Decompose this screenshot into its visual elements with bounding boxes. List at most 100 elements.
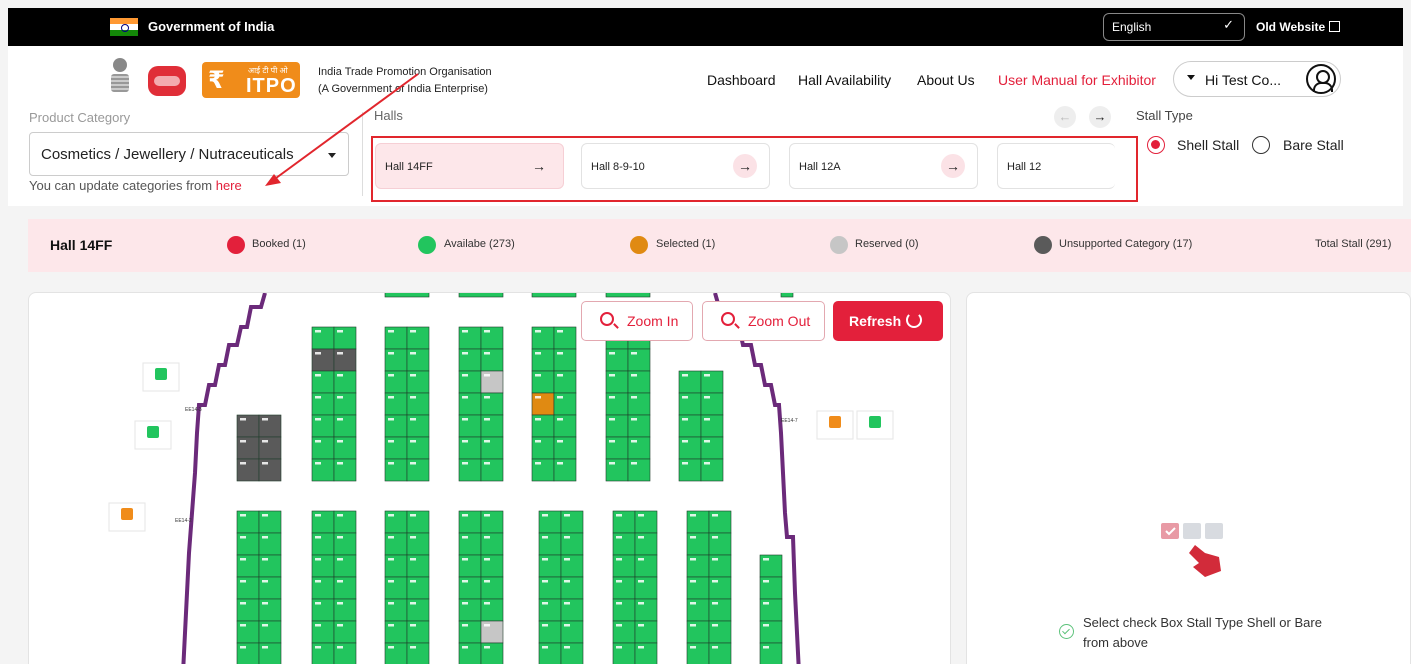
stall-tag: [388, 646, 394, 649]
stall-tag: [388, 558, 394, 561]
stall-tag: [240, 514, 246, 517]
stall-tag: [410, 396, 416, 399]
legend-unsupported: Unsupported Category (17): [1059, 238, 1193, 250]
stall-tag: [712, 580, 718, 583]
stall-tag: [410, 440, 416, 443]
stall-tag: [557, 330, 563, 333]
itpo-glyph-icon: ₹: [208, 67, 225, 94]
stall-tag: [315, 558, 321, 561]
stall-tag: [484, 330, 490, 333]
stall-tag: [262, 558, 268, 561]
stall-tag: [557, 440, 563, 443]
stall-tag: [462, 396, 468, 399]
available-dot: [418, 236, 436, 254]
stall-cell[interactable]: [780, 293, 794, 298]
user-menu-button[interactable]: Hi Test Co...: [1173, 61, 1341, 97]
stall-tag: [462, 580, 468, 583]
stall-tag: [410, 624, 416, 627]
stall-tag: [315, 602, 321, 605]
national-emblem-icon: [110, 58, 130, 98]
stall-tag: [690, 602, 696, 605]
refresh-button[interactable]: Refresh: [833, 301, 943, 341]
stall-tag: [337, 646, 343, 649]
stall-cell[interactable]: [531, 293, 577, 298]
refresh-icon: [906, 312, 922, 328]
zoom-in-button[interactable]: Zoom In: [581, 301, 693, 341]
stall-tag: [388, 418, 394, 421]
stall-tag: [388, 624, 394, 627]
stall-tag: [462, 602, 468, 605]
itpo-logo-text: ITPO: [246, 75, 297, 97]
stall-tag: [262, 462, 268, 465]
stall-tag: [690, 536, 696, 539]
transformer-marker-icon: [121, 508, 133, 520]
stall-tag: [462, 374, 468, 377]
stall-tag: [542, 580, 548, 583]
product-category-select[interactable]: Cosmetics / Jewellery / Nutraceuticals: [29, 132, 349, 176]
stall-tag: [240, 624, 246, 627]
legend-booked: Booked (1): [252, 238, 306, 250]
stall-tag: [315, 624, 321, 627]
emergency-label-1: EE14-3: [185, 407, 202, 413]
floor-plan-canvas[interactable]: EE14-3 EE14-2 EE14-7: [29, 293, 951, 664]
filter-panel: Product Category Cosmetics / Jewellery /…: [8, 106, 1403, 206]
stall-tag: [315, 374, 321, 377]
stall-details-panel: Select check Box Stall Type Shell or Bar…: [966, 292, 1411, 664]
stall-tag: [462, 352, 468, 355]
stall-tag: [690, 580, 696, 583]
stall-cell[interactable]: [605, 293, 651, 298]
stall-tag: [690, 558, 696, 561]
zoom-in-icon: [600, 312, 614, 326]
update-categories-link[interactable]: here: [216, 178, 242, 193]
nav-dashboard[interactable]: Dashboard: [707, 72, 776, 88]
stall-cell[interactable]: [384, 293, 430, 298]
itpo-logo[interactable]: ₹ आई टी पी ओ ITPO: [202, 62, 300, 98]
old-website-link[interactable]: Old Website: [1256, 20, 1341, 34]
shell-stall-radio[interactable]: [1147, 136, 1165, 154]
stall-tag: [410, 352, 416, 355]
halls-next-button[interactable]: →: [1089, 106, 1111, 128]
zoom-out-label: Zoom Out: [748, 313, 811, 329]
stall-tag: [337, 602, 343, 605]
booked-dot: [227, 236, 245, 254]
government-title: Government of India: [148, 19, 275, 34]
stall-tag: [564, 580, 570, 583]
stall-tag: [315, 396, 321, 399]
language-select[interactable]: English ✓: [1103, 13, 1245, 41]
stall-tag: [388, 536, 394, 539]
stall-tag: [704, 462, 710, 465]
stall-tag: [616, 646, 622, 649]
stall-tag: [638, 514, 644, 517]
stall-tag: [564, 558, 570, 561]
stall-tag: [262, 536, 268, 539]
nav-hall-availability[interactable]: Hall Availability: [798, 72, 891, 88]
stall-tag: [564, 602, 570, 605]
zoom-out-button[interactable]: Zoom Out: [702, 301, 825, 341]
stall-tag: [262, 646, 268, 649]
stall-tag: [315, 330, 321, 333]
stall-tag: [682, 462, 688, 465]
stall-tag: [557, 396, 563, 399]
stall-tag: [690, 646, 696, 649]
stall-tag: [542, 514, 548, 517]
stall-tag: [410, 536, 416, 539]
stall-tag: [410, 374, 416, 377]
emergency-exit-marker-icon: [155, 368, 167, 380]
hall-floor-map[interactable]: EE14-3 EE14-2 EE14-7 Zoom In Zoom Out Re…: [28, 292, 951, 664]
emergency-label-3: EE14-7: [781, 418, 798, 424]
stall-tag: [484, 646, 490, 649]
nav-about-us[interactable]: About Us: [917, 72, 975, 88]
bare-stall-radio[interactable]: [1252, 136, 1270, 154]
organisation-name: India Trade Promotion Organisation (A Go…: [318, 64, 492, 98]
divider: [362, 112, 363, 196]
stall-tag: [616, 602, 622, 605]
halls-prev-button[interactable]: ←: [1054, 106, 1076, 128]
stall-tag: [484, 396, 490, 399]
user-avatar-icon: [1306, 64, 1336, 94]
nav-user-manual[interactable]: User Manual for Exhibitor: [998, 72, 1156, 88]
stall-tag: [388, 330, 394, 333]
stall-cell[interactable]: [458, 293, 504, 298]
stall-tag: [484, 536, 490, 539]
stall-tag: [557, 418, 563, 421]
legend-available: Availabe (273): [444, 238, 515, 250]
